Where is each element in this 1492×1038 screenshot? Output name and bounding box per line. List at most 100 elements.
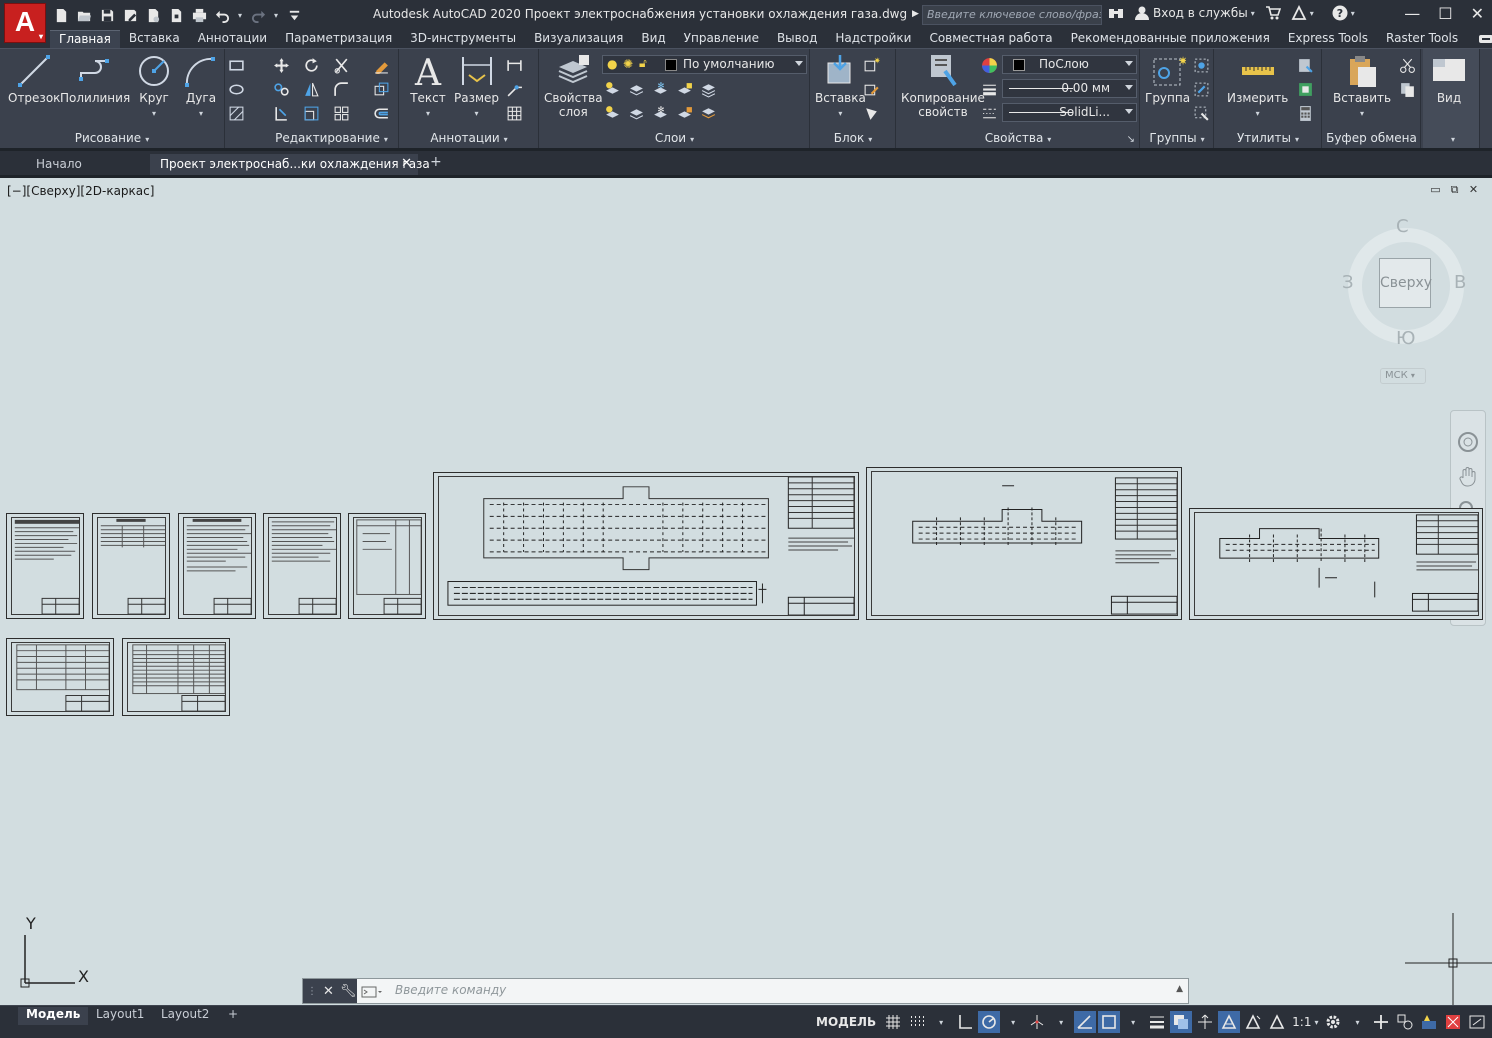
minimize-icon[interactable]: —	[1404, 4, 1420, 23]
search-input[interactable]: Введите ключевое слово/фразу	[922, 5, 1102, 25]
panel-draw-title[interactable]: Рисование ▾	[0, 131, 224, 145]
command-prompt-icon[interactable]	[361, 985, 383, 999]
help-button[interactable]: ? ▾	[1332, 5, 1355, 21]
paste-button[interactable]: Вставить ▾	[1333, 53, 1391, 121]
undo-icon[interactable]	[213, 6, 231, 24]
move-icon[interactable]	[271, 55, 291, 75]
group-edit-icon[interactable]	[1191, 79, 1211, 99]
workspace-gear-icon[interactable]	[1322, 1011, 1344, 1033]
wrench-icon[interactable]: 🔧︎	[340, 984, 357, 999]
tab-home[interactable]: Главная	[50, 30, 120, 48]
select-all-icon[interactable]	[1295, 79, 1315, 99]
table-icon[interactable]	[504, 103, 524, 123]
layout-tab-layout2[interactable]: Layout2	[153, 1007, 217, 1025]
panel-view-title[interactable]: ▾	[1423, 131, 1479, 145]
ucs-menu[interactable]: МСК ▾	[1380, 368, 1426, 384]
tab-visualize[interactable]: Визуализация	[525, 30, 632, 48]
annotation-scale-dropdown[interactable]: 1:1 ▾	[1290, 1011, 1320, 1033]
panel-launcher-icon[interactable]: ↘	[1127, 134, 1135, 145]
ortho-icon[interactable]	[954, 1011, 976, 1033]
create-block-icon[interactable]: ✷	[861, 55, 881, 75]
open-web-icon[interactable]	[144, 6, 162, 24]
tab-raster-tools[interactable]: Raster Tools	[1377, 30, 1467, 48]
annotation-scale-icon[interactable]	[1266, 1011, 1288, 1033]
close-icon[interactable]: ✕	[401, 156, 412, 171]
layout-tab-layout1[interactable]: Layout1	[88, 1007, 152, 1025]
command-history-icon[interactable]: ▲	[1176, 984, 1183, 994]
drawing-sheet-1[interactable]	[6, 513, 84, 619]
model-space-toggle[interactable]: МОДЕЛЬ	[812, 1011, 880, 1033]
tab-insert[interactable]: Вставка	[120, 30, 189, 48]
layer-match-icon[interactable]	[626, 103, 646, 123]
drawing-sheet-8[interactable]	[1189, 508, 1483, 620]
layer-properties-button[interactable]: Свойства слоя	[544, 53, 603, 119]
drawing-canvas[interactable]: [−][Сверху][2D-каркас] ▭ ⧉ ✕ С Ю З В Све…	[0, 178, 1492, 1005]
panel-layers-title[interactable]: Слои ▾	[540, 131, 809, 145]
drawing-sheet-5[interactable]	[348, 513, 426, 619]
sign-in-button[interactable]: Вход в службы ▾	[1134, 5, 1255, 21]
save-icon[interactable]	[98, 6, 116, 24]
tab-annotate[interactable]: Аннотации	[189, 30, 276, 48]
tab-start[interactable]: Начало	[26, 154, 150, 175]
panel-clipboard-title[interactable]: Буфер обмена	[1323, 131, 1420, 145]
circle-button[interactable]: Круг ▾	[136, 53, 172, 121]
maximize-icon[interactable]: ☐	[1438, 4, 1452, 23]
array-icon[interactable]	[331, 103, 351, 123]
viewport-minimize-icon[interactable]: ▭	[1429, 184, 1442, 195]
viewport-controls-label[interactable]: [−][Сверху][2D-каркас]	[7, 184, 154, 198]
layer-merge-icon[interactable]	[698, 103, 718, 123]
chevron-down-icon[interactable]: ▾	[1050, 1011, 1072, 1033]
layer-off-icon[interactable]	[602, 79, 622, 99]
add-layout-icon[interactable]: +	[220, 1007, 246, 1025]
group-select-icon[interactable]	[1191, 103, 1211, 123]
grid-icon[interactable]	[882, 1011, 904, 1033]
close-icon[interactable]: ✕	[1471, 4, 1484, 23]
chevron-down-icon[interactable]: ▾	[1346, 1011, 1368, 1033]
drawing-sheet-3[interactable]	[178, 513, 256, 619]
rectangle-icon[interactable]	[226, 55, 246, 75]
object-snap-icon[interactable]	[1098, 1011, 1121, 1033]
object-snap-tracking-icon[interactable]	[1074, 1011, 1097, 1033]
line-button[interactable]: Отрезок	[8, 53, 60, 105]
lineweight-display-icon[interactable]	[1146, 1011, 1168, 1033]
tab-drawing[interactable]: Проект электроснаб...ки охлаждения газа …	[150, 154, 430, 175]
quick-select-icon[interactable]	[1295, 55, 1315, 75]
lineweight-dropdown[interactable]: 0.00 мм	[1002, 79, 1137, 98]
stretch-icon[interactable]	[271, 103, 291, 123]
add-scale-icon[interactable]	[1370, 1011, 1392, 1033]
open-icon[interactable]	[75, 6, 93, 24]
layout-tab-model[interactable]: Модель	[18, 1007, 89, 1025]
hatch-icon[interactable]	[226, 103, 246, 123]
ellipse-icon[interactable]	[226, 79, 246, 99]
arc-button[interactable]: Дуга ▾	[183, 53, 219, 121]
panel-block-title[interactable]: Блок ▾	[811, 131, 895, 145]
customize-icon[interactable]	[285, 6, 303, 24]
polar-tracking-icon[interactable]	[978, 1011, 1001, 1033]
search-expand-icon[interactable]: ▶	[912, 9, 919, 19]
copy-clip-icon[interactable]	[1397, 79, 1417, 99]
fillet-icon[interactable]	[331, 79, 351, 99]
snap-icon[interactable]	[906, 1011, 928, 1033]
drawing-sheet-10[interactable]	[122, 638, 230, 716]
edit-block-icon[interactable]	[861, 79, 881, 99]
new-tab-icon[interactable]: +	[430, 154, 442, 170]
transparency-icon[interactable]	[1170, 1011, 1193, 1033]
color-wheel-icon[interactable]	[979, 55, 999, 75]
tab-express-tools[interactable]: Express Tools	[1279, 30, 1377, 48]
drawing-sheet-4[interactable]	[263, 513, 341, 619]
panel-properties-title[interactable]: Свойства ▾	[897, 131, 1139, 145]
erase-icon[interactable]	[371, 55, 391, 75]
annotation-visibility-icon[interactable]	[1218, 1011, 1241, 1033]
drawing-sheet-9[interactable]	[6, 638, 114, 716]
copy-icon[interactable]	[271, 79, 291, 99]
leader-icon[interactable]	[504, 79, 524, 99]
chevron-down-icon[interactable]: ▾	[930, 1011, 952, 1033]
viewcube[interactable]: С Ю З В Сверху МСК ▾	[1340, 216, 1470, 386]
panel-groups-title[interactable]: Группы ▾	[1141, 131, 1213, 145]
isodraft-icon[interactable]	[1026, 1011, 1048, 1033]
panel-utilities-title[interactable]: Утилиты ▾	[1215, 131, 1321, 145]
linetype-dropdown[interactable]: SolidLi...	[1002, 103, 1137, 122]
drawing-sheet-6[interactable]	[433, 472, 859, 620]
viewcube-south[interactable]: Ю	[1396, 328, 1415, 349]
tab-manage[interactable]: Управление	[675, 30, 768, 48]
